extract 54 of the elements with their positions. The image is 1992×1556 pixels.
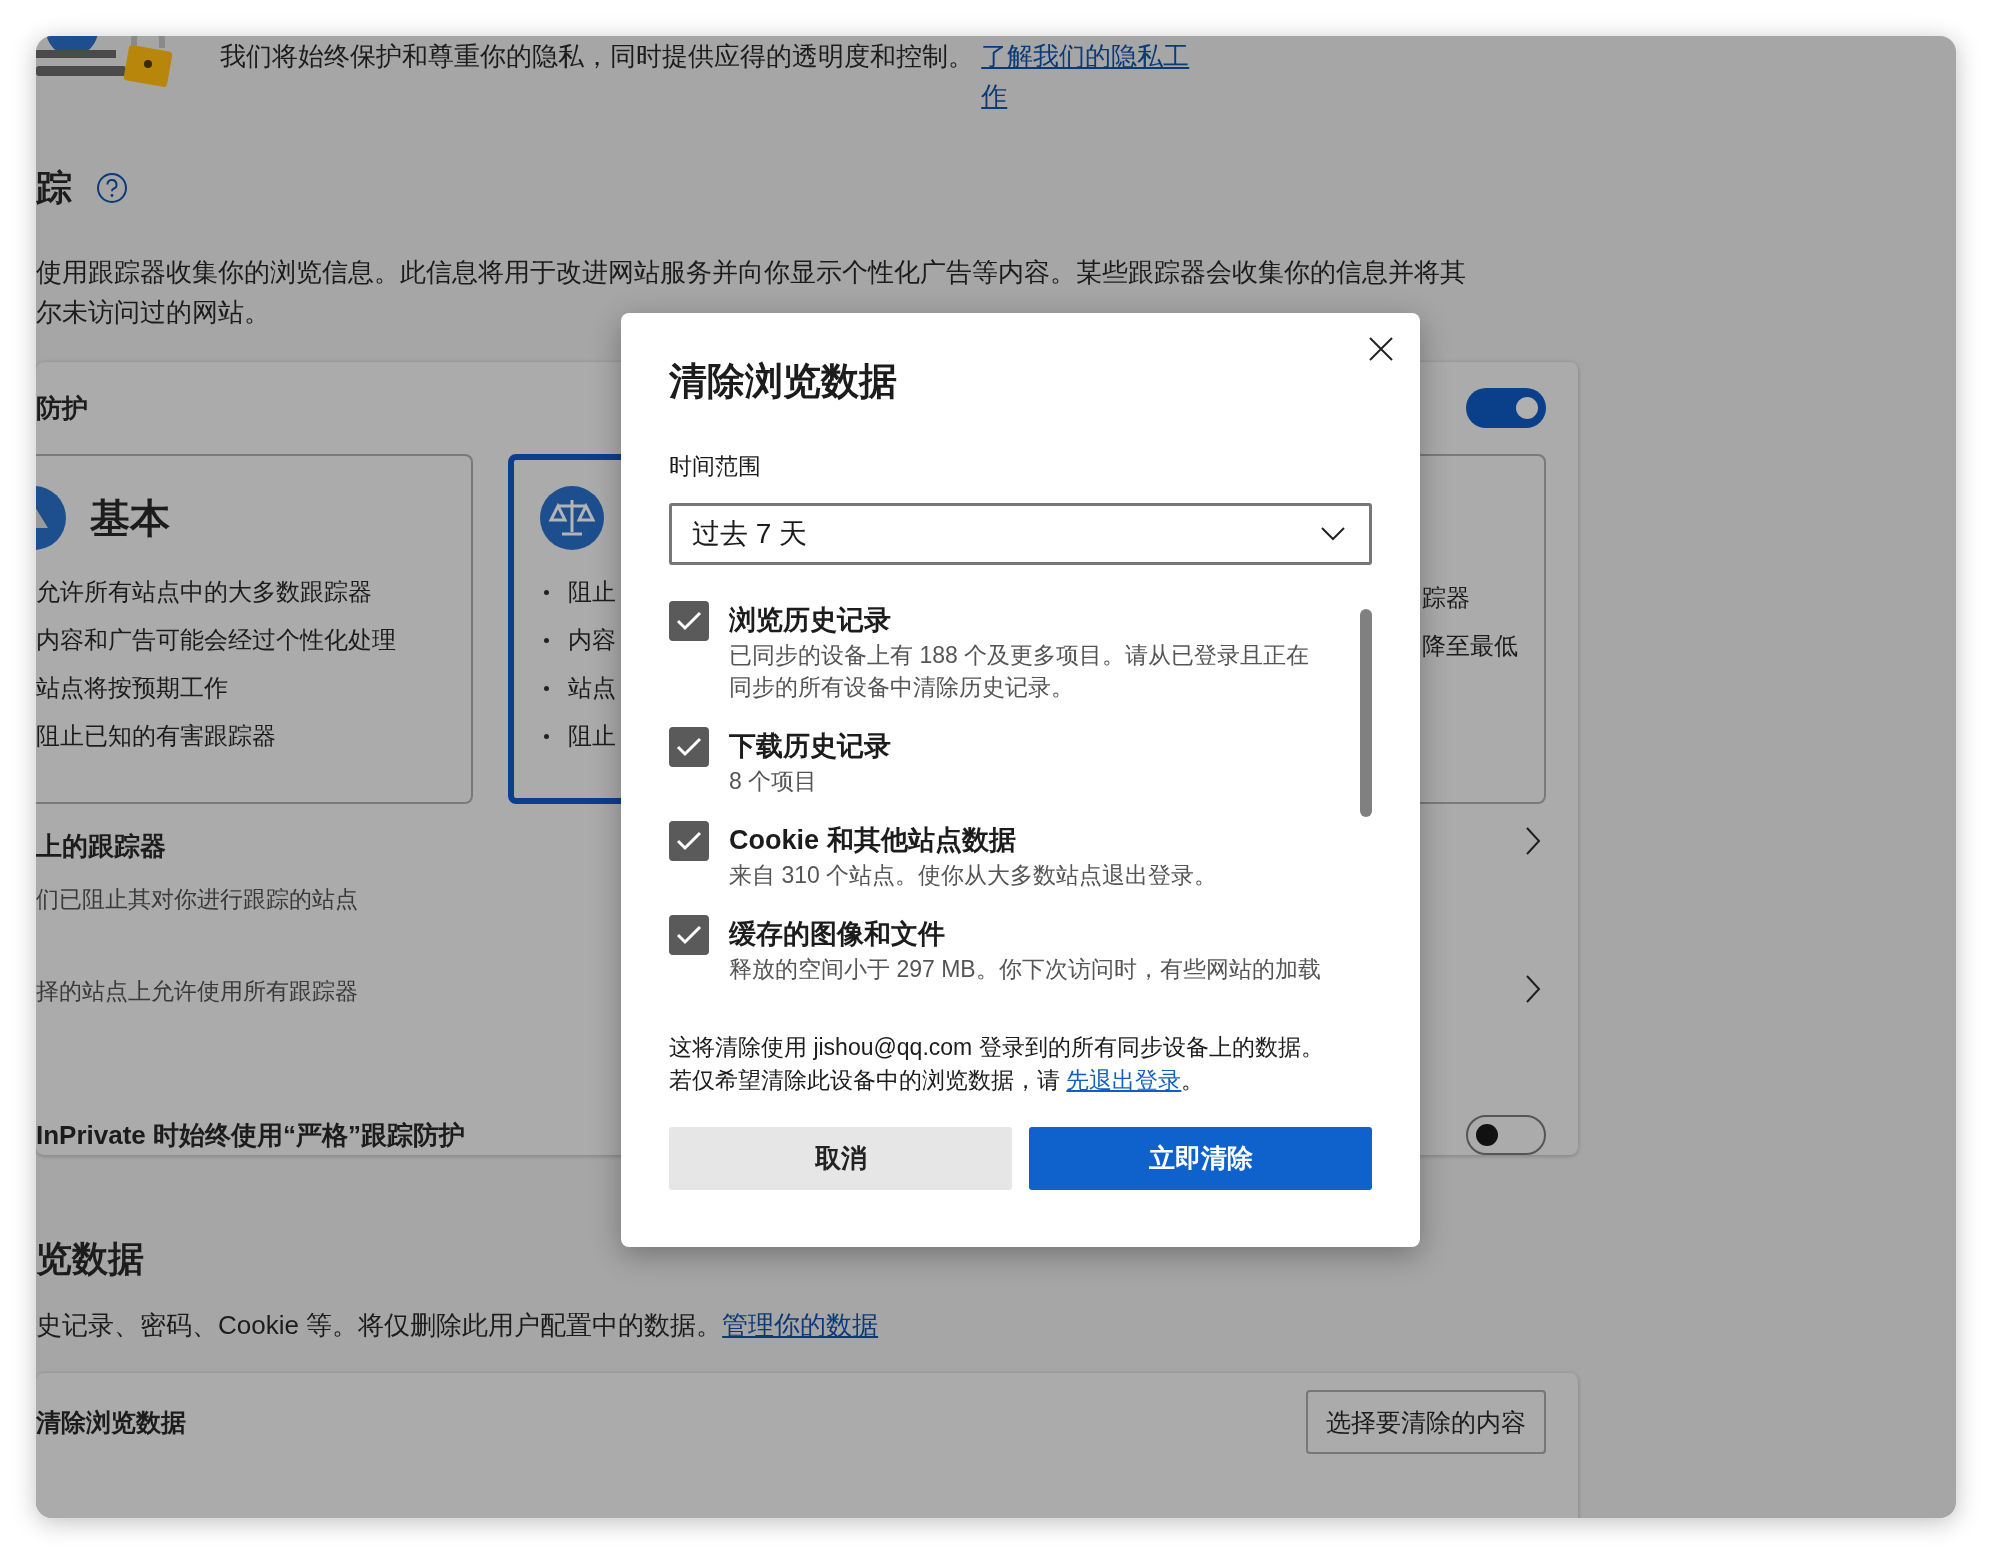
item-title: Cookie 和其他站点数据: [729, 824, 1017, 857]
check-icon: [676, 737, 702, 757]
checkbox[interactable]: [669, 727, 709, 767]
cancel-button[interactable]: 取消: [669, 1127, 1012, 1190]
section-heading: 览数据: [36, 1237, 145, 1281]
sign-out-link[interactable]: 先退出登录: [1066, 1067, 1182, 1093]
section-heading: 踪: [36, 165, 72, 210]
row-subtitle: 择的站点上允许使用所有跟踪器: [36, 977, 358, 1006]
level-point: 站点将按预期工作: [36, 673, 229, 703]
level-point: 内容和广告可能会经过个性化处理: [36, 625, 397, 655]
check-icon: [676, 831, 702, 851]
clear-now-button[interactable]: 立即清除: [1029, 1127, 1372, 1190]
item-title: 缓存的图像和文件: [729, 918, 946, 951]
checkbox[interactable]: [669, 601, 709, 641]
checkbox[interactable]: [669, 915, 709, 955]
item-description: 来自 310 个站点。使你从大多数站点退出登录。: [729, 861, 1218, 890]
chevron-right-icon[interactable]: [1525, 974, 1541, 1004]
item-title: 下载历史记录: [729, 730, 891, 763]
level-point: 允许所有站点中的大多数跟踪器: [36, 577, 373, 607]
item-description: 8 个项目: [729, 767, 819, 796]
inprivate-label: InPrivate 时始终使用“严格”跟踪防护: [36, 1119, 466, 1152]
dialog-title: 清除浏览数据: [669, 359, 898, 404]
item-description: 释放的空间小于 297 MB。你下次访问时，有些网站的加载: [729, 955, 1321, 984]
scrollbar[interactable]: [1360, 609, 1372, 817]
level-point: 阻止已知的有害跟踪器: [36, 721, 277, 751]
time-range-dropdown[interactable]: 过去 7 天: [669, 503, 1372, 565]
manage-data-link[interactable]: 管理你的数据: [722, 1310, 879, 1340]
clear-data-label: 清除浏览数据: [36, 1407, 186, 1438]
close-icon[interactable]: [1368, 336, 1394, 362]
toggle-switch[interactable]: [1466, 1115, 1546, 1155]
browsing-data-description: 史记录、密码、Cookie 等。将仅删除此用户配置中的数据。管理你的数据: [36, 1309, 880, 1342]
caret-icon: [1321, 527, 1345, 541]
privacy-link[interactable]: 了解我们的隐私工作: [981, 36, 1195, 116]
row-subtitle: 们已阻止其对你进行跟踪的站点: [36, 885, 358, 914]
sync-note: 这将清除使用 jishou@qq.com 登录到的所有同步设备上的数据。 若仅希望清除此设备中的浏览数据，请 先退出登录。: [669, 1033, 1325, 1095]
level-card[interactable]: 基本 允许所有站点中的大多数跟踪器 内容和广告可能会经过个性化处理 站点将按预期工作 阻止已知的有害跟踪器: [36, 454, 473, 804]
tracking-description: 使用跟踪器收集你的浏览信息。此信息将用于改进网站服务并向你显示个性化广告等内容。某些跟踪器会收集你的信息并将其 尔未访问过的网站。: [36, 256, 1467, 329]
choose-content-button[interactable]: 选择要清除的内容: [1306, 1390, 1546, 1454]
privacy-text: 我们将始终保护和尊重你的隐私，同时提供应得的透明度和控制。 了解我们的隐私工作: [220, 36, 1220, 124]
check-icon: [676, 611, 702, 631]
row-title: 上的跟踪器: [36, 830, 167, 863]
checkbox[interactable]: [669, 821, 709, 861]
item-title: 浏览历史记录: [729, 604, 892, 637]
time-range-label: 时间范围: [669, 452, 762, 481]
toggle-switch[interactable]: [1466, 388, 1546, 428]
protection-title: 防护: [36, 391, 88, 425]
check-icon: [676, 925, 702, 945]
level-point: 降至最低: [1422, 631, 1519, 661]
level-point: 踪器: [1422, 583, 1471, 613]
chevron-right-icon[interactable]: [1525, 826, 1541, 856]
level-title: 基本: [90, 494, 170, 542]
balance-scale-icon: [540, 486, 604, 550]
help-icon[interactable]: [96, 172, 128, 204]
item-description: 已同步的设备上有 188 个及更多项目。请从已登录且正在同步的所有设备中清除历史记录。: [729, 641, 1311, 702]
